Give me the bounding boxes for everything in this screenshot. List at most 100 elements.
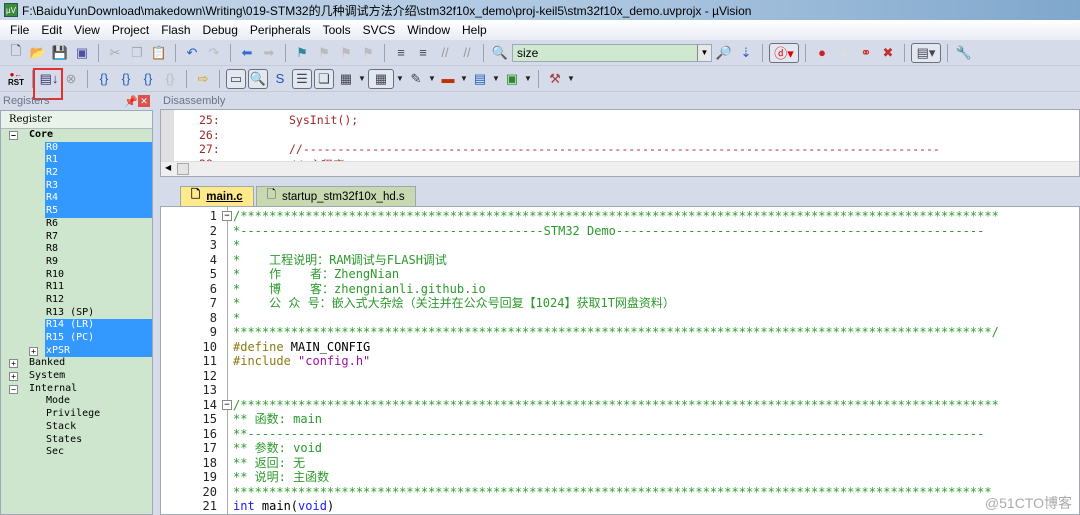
register-item[interactable]: R10 — [45, 269, 152, 282]
run-to-cursor-icon[interactable]: {} — [160, 69, 180, 89]
chevron-down-icon[interactable]: ▼ — [697, 44, 711, 61]
menu-edit[interactable]: Edit — [35, 23, 68, 37]
menu-project[interactable]: Project — [106, 23, 155, 37]
register-item[interactable]: Mode — [45, 395, 152, 408]
fold-collapse-icon[interactable]: − — [222, 211, 232, 221]
tab-main-c[interactable]: 🗋 main.c — [180, 186, 254, 206]
register-item[interactable]: R8 — [45, 243, 152, 256]
code-editor[interactable]: 1 /**************************************… — [160, 206, 1080, 515]
tab-startup-s[interactable]: 🗋 startup_stm32f10x_hd.s — [255, 186, 416, 206]
open-folder-icon[interactable]: 📂 — [28, 43, 48, 63]
navigate-forward-icon[interactable]: ➡ — [259, 43, 279, 63]
undo-icon[interactable]: ↶ — [182, 43, 202, 63]
stop-icon[interactable]: ⊗ — [61, 69, 81, 89]
menu-help[interactable]: Help — [456, 23, 493, 37]
indent-icon[interactable]: ≡ — [391, 43, 411, 63]
breakpoint-icon[interactable]: ● — [812, 43, 832, 63]
configure-icon[interactable]: 🔧 — [954, 43, 974, 63]
register-item[interactable]: R3 — [45, 179, 152, 193]
disassembly-window-icon[interactable]: 🔍 — [248, 68, 268, 89]
chevron-down-icon[interactable]: ▼ — [492, 74, 500, 83]
bookmark-icon[interactable]: ⚑ — [292, 43, 312, 63]
next-bookmark-icon[interactable]: ⚑ — [336, 43, 356, 63]
reset-button[interactable]: ●← RST — [6, 69, 26, 89]
register-item[interactable]: R0 — [45, 141, 152, 155]
find-icon[interactable]: 🔎 — [714, 43, 734, 63]
menu-file[interactable]: File — [4, 23, 35, 37]
register-item[interactable]: R7 — [45, 231, 152, 244]
menu-peripherals[interactable]: Peripherals — [244, 23, 317, 37]
menu-flash[interactable]: Flash — [155, 23, 196, 37]
memory-window-icon[interactable]: ▦ — [368, 68, 394, 89]
register-item[interactable]: − Core — [9, 129, 152, 142]
chevron-down-icon[interactable]: ▼ — [460, 74, 468, 83]
system-viewer-icon[interactable]: ▣ — [502, 69, 522, 89]
watch-window-icon[interactable]: ▦ — [336, 69, 356, 89]
find-in-files-icon[interactable]: 🔍 — [490, 43, 510, 63]
trace-window-icon[interactable]: ▤ — [470, 69, 490, 89]
save-all-icon[interactable]: ▣ — [72, 43, 92, 63]
prev-bookmark-icon[interactable]: ⚑ — [314, 43, 334, 63]
chevron-down-icon[interactable]: ▼ — [524, 74, 532, 83]
register-item[interactable]: + xPSR — [29, 344, 152, 358]
uncomment-icon[interactable]: // — [457, 43, 477, 63]
new-file-icon[interactable]: 🗋 — [6, 43, 26, 63]
scroll-left-icon[interactable]: ◀ — [165, 163, 171, 172]
redo-icon[interactable]: ↷ — [204, 43, 224, 63]
find-combo[interactable]: size ▼ — [512, 43, 712, 62]
comment-icon[interactable]: // — [435, 43, 455, 63]
expand-icon[interactable]: + — [29, 346, 38, 356]
symbols-window-icon[interactable]: S — [270, 69, 290, 89]
pin-icon[interactable]: 📌 — [124, 95, 138, 108]
menu-svcs[interactable]: SVCS — [357, 23, 402, 37]
navigate-back-icon[interactable]: ⬅ — [237, 43, 257, 63]
serial-window-icon[interactable]: ✎ — [406, 69, 426, 89]
step-into-icon[interactable]: {} — [94, 69, 114, 89]
incremental-find-icon[interactable]: ⇣ — [736, 43, 756, 63]
expand-icon[interactable]: + — [9, 359, 18, 369]
register-item[interactable]: R6 — [45, 218, 152, 231]
fold-collapse-icon[interactable]: − — [222, 399, 232, 410]
menu-tools[interactable]: Tools — [317, 23, 357, 37]
register-item[interactable]: R5 — [45, 205, 152, 218]
unindent-icon[interactable]: ≡ — [413, 43, 433, 63]
collapse-icon[interactable]: − — [9, 384, 18, 394]
paste-icon[interactable]: 📋 — [149, 43, 169, 63]
register-item[interactable]: − Internal — [9, 383, 152, 396]
copy-icon[interactable]: ❐ — [127, 43, 147, 63]
register-item[interactable]: Stack — [45, 421, 152, 434]
register-item[interactable]: R2 — [45, 167, 152, 180]
command-window-icon[interactable]: ▭ — [226, 68, 246, 89]
disable-breakpoint-icon[interactable]: ● — [834, 43, 854, 63]
register-item[interactable]: + System — [9, 370, 152, 383]
step-over-icon[interactable]: {} — [116, 69, 136, 89]
menu-debug[interactable]: Debug — [197, 23, 244, 37]
register-item[interactable]: Sec — [45, 446, 152, 459]
registers-window-icon[interactable]: ☰ — [292, 68, 312, 89]
chevron-down-icon[interactable]: ▼ — [358, 74, 366, 83]
horizontal-scrollbar[interactable]: ◀ — [161, 161, 1079, 176]
chevron-down-icon[interactable]: ▼ — [428, 74, 436, 83]
kill-all-breakpoints-icon[interactable]: ✖ — [878, 43, 898, 63]
step-out-icon[interactable]: {} — [138, 69, 158, 89]
register-item[interactable]: R13 (SP) — [45, 307, 152, 320]
analysis-window-icon[interactable]: ▬ — [438, 69, 458, 89]
call-stack-icon[interactable]: ❏ — [314, 68, 334, 89]
menu-view[interactable]: View — [68, 23, 106, 37]
collapse-icon[interactable]: − — [9, 131, 18, 140]
expand-icon[interactable]: + — [9, 372, 18, 382]
register-item[interactable]: R4 — [45, 192, 152, 206]
register-item[interactable]: States — [45, 434, 152, 447]
register-item[interactable]: R9 — [45, 256, 152, 269]
register-item[interactable]: R11 — [45, 281, 152, 294]
disable-all-breakpoints-icon[interactable]: ⚭ — [856, 43, 876, 63]
debug-session-icon[interactable]: ⓓ▾ — [769, 42, 799, 63]
menu-window[interactable]: Window — [401, 23, 456, 37]
clear-bookmarks-icon[interactable]: ⚑ — [358, 43, 378, 63]
show-next-statement-icon[interactable]: ⇨ — [193, 69, 213, 89]
register-item[interactable]: R1 — [45, 154, 152, 168]
register-item[interactable]: + Banked — [9, 357, 152, 370]
chevron-down-icon[interactable]: ▼ — [396, 74, 404, 83]
save-icon[interactable]: 💾 — [50, 43, 70, 63]
toolbox-icon[interactable]: ⚒ — [545, 69, 565, 89]
